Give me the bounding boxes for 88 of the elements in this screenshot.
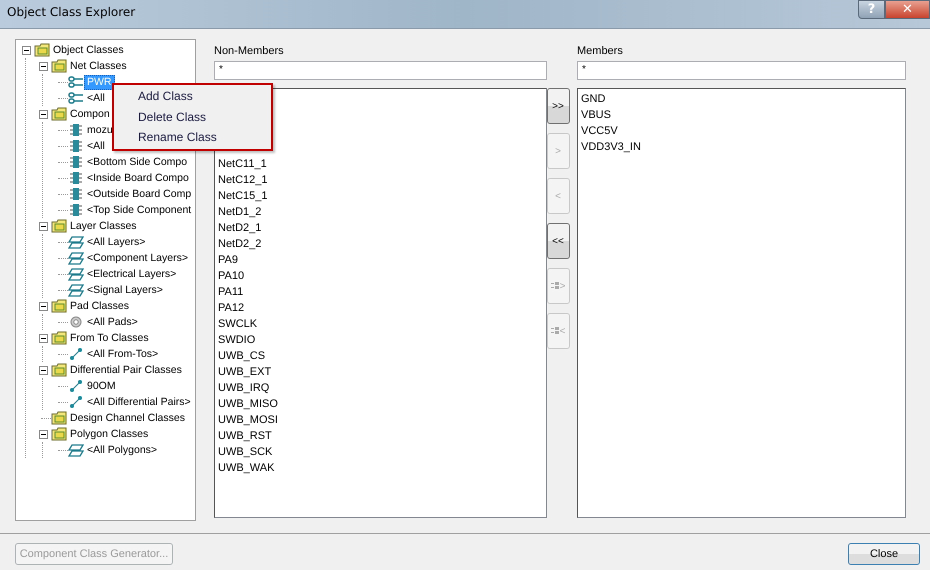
folder-icon <box>51 107 67 121</box>
connection-icon <box>68 395 84 409</box>
tree-item[interactable]: <All From-Tos> <box>84 346 162 362</box>
list-icon <box>550 282 559 290</box>
tree-item[interactable]: 90OM <box>84 378 119 394</box>
tree-item[interactable]: Object Classes <box>50 42 127 58</box>
filter-field[interactable]: * <box>577 61 906 80</box>
list-item[interactable]: NetC12_1 <box>218 172 268 188</box>
list-item[interactable]: NetD2_2 <box>218 236 262 252</box>
tree-item[interactable]: Differential Pair Classes <box>67 362 185 378</box>
list-item[interactable]: NetD2_1 <box>218 220 262 236</box>
tree-item[interactable]: <Signal Layers> <box>84 282 166 298</box>
list-item[interactable]: VBUS <box>581 107 611 123</box>
list-icon <box>550 327 559 335</box>
folder-icon <box>51 59 67 73</box>
list-item[interactable]: PA11 <box>218 284 244 300</box>
menu-item[interactable]: Add Class <box>138 87 193 108</box>
chip-icon <box>68 139 84 153</box>
list-item[interactable]: UWB_EXT <box>218 364 272 380</box>
menu-item[interactable]: Rename Class <box>138 128 217 150</box>
folder-icon <box>34 43 50 57</box>
net-icon <box>68 76 84 88</box>
close-dialog-button[interactable]: Close <box>848 543 920 565</box>
window-title: Object Class Explorer <box>6 4 136 19</box>
tree-item[interactable]: Pad Classes <box>67 298 132 314</box>
list-item[interactable]: VDD3V3_IN <box>581 139 641 155</box>
tree-item[interactable]: <All Layers> <box>84 234 148 250</box>
layer-icon <box>68 444 84 456</box>
pad-icon <box>68 316 84 328</box>
list-item[interactable]: UWB_SCK <box>218 444 272 460</box>
tree-item[interactable]: <Component Layers> <box>84 250 191 266</box>
non-members-label: Non-Members <box>214 45 285 57</box>
list-item[interactable]: VCC5V <box>581 123 618 139</box>
tree-item[interactable]: <Outside Board Comp <box>84 186 194 202</box>
transfer-button[interactable]: << <box>546 223 570 259</box>
net-icon <box>68 92 84 104</box>
list-item[interactable]: UWB_IRQ <box>218 380 270 396</box>
chip-icon <box>68 155 84 169</box>
list-item[interactable]: UWB_MISO <box>218 396 278 412</box>
layer-icon <box>68 236 84 248</box>
folder-icon <box>51 363 67 377</box>
list-item[interactable]: SWCLK <box>218 316 258 332</box>
tree-item[interactable]: <Bottom Side Compo <box>84 154 190 170</box>
list-item[interactable]: PA10 <box>218 268 244 284</box>
tree-item[interactable]: <Top Side Component <box>84 202 194 218</box>
list-item[interactable]: NetC11_1 <box>218 156 267 172</box>
layer-icon <box>68 268 84 280</box>
chip-icon <box>68 123 84 137</box>
layer-icon <box>68 252 84 264</box>
tree-item[interactable]: <All <box>84 138 108 154</box>
transfer-button[interactable]: >> <box>546 88 570 124</box>
tree-item[interactable]: From To Classes <box>67 330 152 346</box>
tree-item[interactable]: <Inside Board Compo <box>84 170 192 186</box>
members-label: Members <box>577 45 624 57</box>
tree-item[interactable]: Design Channel Classes <box>67 410 188 426</box>
folder-icon <box>51 299 67 313</box>
list-item[interactable]: PA12 <box>218 300 244 316</box>
list-item[interactable]: UWB_WAK <box>218 460 274 476</box>
connection-icon <box>68 379 84 393</box>
list-item[interactable]: NetC15_1 <box>218 188 268 204</box>
filter-field[interactable]: * <box>214 61 547 80</box>
menu-item[interactable]: Delete Class <box>138 108 206 128</box>
list-item[interactable]: PA9 <box>218 252 238 268</box>
folder-icon <box>51 219 67 233</box>
list-item[interactable]: SWDIO <box>218 332 256 348</box>
tree-item[interactable]: <All Differential Pairs> <box>84 394 194 410</box>
list-item[interactable]: UWB_MOSI <box>218 412 278 428</box>
list-item[interactable]: UWB_CS <box>218 348 266 364</box>
folder-icon <box>51 427 67 441</box>
tree-item[interactable]: Layer Classes <box>67 218 140 234</box>
chip-icon <box>68 187 84 201</box>
chip-icon <box>68 203 84 217</box>
tree-item[interactable]: <All <box>84 90 108 106</box>
tree-item[interactable]: <Electrical Layers> <box>84 266 180 282</box>
list-item[interactable]: UWB_RST <box>218 428 272 444</box>
tree-item[interactable]: <All Polygons> <box>84 442 160 458</box>
layer-icon <box>68 284 84 296</box>
tree-item[interactable]: Polygon Classes <box>67 426 152 442</box>
tree-item[interactable]: mozu <box>84 122 116 138</box>
tree-item[interactable]: <All Pads> <box>84 314 141 330</box>
list-item[interactable]: GND <box>581 91 606 107</box>
chip-icon <box>68 171 84 185</box>
folder-icon <box>51 331 67 345</box>
list-item[interactable]: NetD1_2 <box>218 204 262 220</box>
tree-item[interactable]: Net Classes <box>67 58 130 74</box>
folder-icon <box>51 411 67 425</box>
tree-item[interactable]: Compon <box>67 106 113 122</box>
connection-icon <box>68 347 84 361</box>
